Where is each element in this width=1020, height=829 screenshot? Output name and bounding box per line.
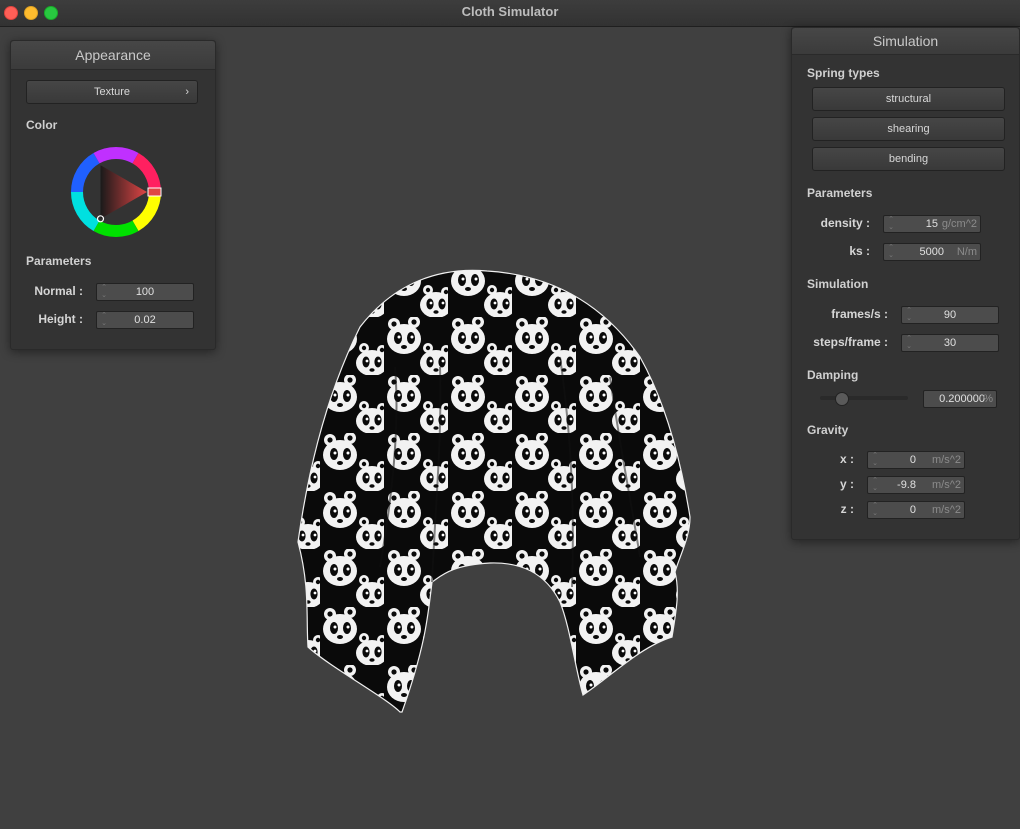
density-label: density : (820, 216, 870, 230)
gravity-z-value: 0 (909, 504, 916, 516)
fps-value: 90 (943, 309, 957, 321)
density-unit: g/cm^2 (941, 218, 977, 230)
spinner-icon[interactable]: ⌃ ⌄ (887, 244, 895, 260)
steps-value: 30 (943, 337, 957, 349)
normal-value: 100 (135, 286, 155, 298)
damping-slider[interactable] (820, 390, 908, 406)
ks-input[interactable]: ⌃ ⌄ 5000 N/m (883, 243, 981, 261)
shearing-toggle-button[interactable]: shearing (812, 117, 1005, 141)
ks-value: 5000 (919, 246, 944, 258)
appearance-parameters-label: Parameters (26, 254, 92, 268)
gravity-x-unit: m/s^2 (932, 454, 961, 466)
simulation-panel: Simulation Spring types structural shear… (791, 27, 1020, 540)
ks-unit: N/m (956, 246, 977, 258)
spring-types-label: Spring types (807, 66, 880, 80)
simulation-section-label: Simulation (807, 277, 869, 291)
damping-input[interactable]: 0.200000 % (923, 390, 997, 408)
gravity-y-unit: m/s^2 (932, 479, 961, 491)
chevron-right-icon: › (185, 86, 189, 98)
spinner-icon[interactable]: ⌃ ⌄ (887, 216, 895, 232)
gravity-z-input[interactable]: ⌃ ⌄ 0 m/s^2 (867, 501, 965, 519)
damping-label: Damping (807, 368, 859, 382)
damping-value: 0.200000 (939, 393, 985, 405)
spinner-icon[interactable]: ⌃ ⌄ (871, 502, 879, 518)
damping-slider-handle[interactable] (835, 392, 850, 406)
steps-input[interactable]: ⌃ ⌄ 30 (901, 334, 999, 352)
window-title: Cloth Simulator (461, 4, 559, 19)
height-value: 0.02 (134, 314, 156, 326)
damping-slider-track (820, 396, 908, 400)
gravity-label: Gravity (807, 423, 849, 437)
spinner-icon[interactable]: ⌃ ⌄ (871, 452, 879, 468)
appearance-header: Appearance (11, 41, 215, 70)
gravity-x-input[interactable]: ⌃ ⌄ 0 m/s^2 (867, 451, 965, 469)
texture-button-label: Texture (93, 86, 131, 98)
appearance-panel: Appearance Texture › Color Parameters No… (10, 40, 216, 350)
gravity-x-value: 0 (909, 454, 916, 466)
texture-dropdown-button[interactable]: Texture › (26, 80, 198, 104)
steps-label: steps/frame : (813, 335, 888, 349)
spinner-icon[interactable]: ⌃ ⌄ (871, 477, 879, 493)
structural-toggle-button[interactable]: structural (812, 87, 1005, 111)
gravity-z-unit: m/s^2 (932, 504, 961, 516)
height-label: Height : (38, 312, 83, 326)
gravity-y-value: -9.8 (897, 479, 916, 491)
gravity-y-label: y : (839, 477, 854, 491)
bending-toggle-button[interactable]: bending (812, 147, 1005, 171)
gravity-z-label: z : (840, 502, 854, 516)
color-wheel[interactable] (66, 142, 166, 242)
fps-label: frames/s : (831, 307, 888, 321)
height-input[interactable]: ⌃ ⌄ 0.02 (96, 311, 194, 329)
render-viewport[interactable]: Appearance Texture › Color Parameters No… (0, 27, 1020, 829)
density-value: 15 (925, 218, 938, 230)
gravity-x-label: x : (839, 452, 854, 466)
fps-input[interactable]: ⌃ ⌄ 90 (901, 306, 999, 324)
color-label: Color (26, 118, 58, 132)
normal-label: Normal : (34, 284, 83, 298)
title-bar: Cloth Simulator (0, 0, 1020, 27)
density-input[interactable]: ⌃ ⌄ 15 g/cm^2 (883, 215, 981, 233)
sim-parameters-label: Parameters (807, 186, 873, 200)
normal-input[interactable]: ⌃ ⌄ 100 (96, 283, 194, 301)
ks-label: ks : (849, 244, 870, 258)
simulation-header: Simulation (792, 28, 1019, 55)
gravity-y-input[interactable]: ⌃ ⌄ -9.8 m/s^2 (867, 476, 965, 494)
damping-unit: % (983, 393, 993, 405)
